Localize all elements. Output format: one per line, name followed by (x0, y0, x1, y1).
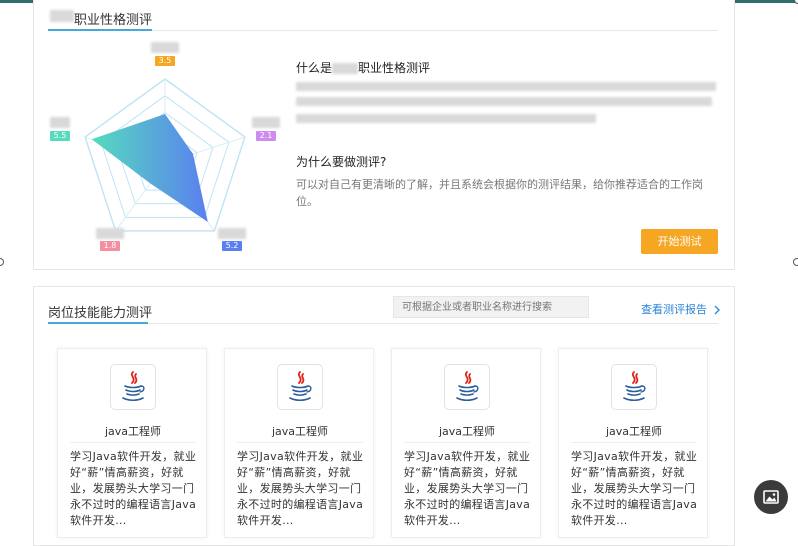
skill-card-name: java工程师 (438, 425, 496, 438)
skill-card-description: 学习Java软件开发，就业好“薪”情高薪资，好就业，发展势头大学习一门永不过时的… (237, 450, 364, 527)
view-report-link[interactable]: 查看测评报告 (641, 301, 721, 317)
java-logo-icon (456, 371, 479, 402)
what-is-heading: 什么是 职业性格测评 (296, 59, 430, 76)
radar-score-badge: 1.8 (100, 241, 120, 251)
skills-title-underline (48, 322, 148, 324)
skill-card-divider (404, 442, 530, 443)
start-test-button[interactable]: 开始测试 (641, 229, 718, 254)
redacted-answer-line-1 (296, 82, 716, 91)
skill-card-divider (70, 442, 196, 443)
personality-section-title: 职业性格测评 (74, 13, 153, 28)
view-report-label: 查看测评报告 (641, 303, 707, 316)
skill-card[interactable]: java工程师学习Java软件开发，就业好“薪”情高薪资，好就业，发展势头大学习… (57, 348, 207, 538)
radar-score-badge: 5.5 (50, 131, 70, 141)
skill-card[interactable]: java工程师学习Java软件开发，就业好“薪”情高薪资，好就业，发展势头大学习… (224, 348, 374, 538)
what-is-suffix: 职业性格测评 (358, 61, 431, 75)
redacted-trait-name (151, 42, 179, 53)
resize-handle-left[interactable] (0, 258, 4, 266)
redacted-title-prefix (50, 10, 74, 22)
why-answer: 可以对自己有更清晰的了解，并且系统会根据你的测评结果，给你推荐适合的工作岗位。 (296, 178, 703, 208)
java-logo-icon (289, 371, 312, 402)
skill-card-name: java工程师 (271, 425, 329, 438)
image-icon (763, 490, 779, 504)
redacted-brand (332, 63, 359, 74)
java-logo-icon (122, 371, 145, 402)
skill-card[interactable]: java工程师学习Java软件开发，就业好“薪”情高薪资，好就业，发展势头大学习… (391, 348, 541, 538)
skill-card-logo (277, 364, 323, 410)
skills-title-rule (48, 323, 718, 324)
redacted-trait-name (252, 117, 280, 128)
skill-card-description: 学习Java软件开发，就业好“薪”情高薪资，好就业，发展势头大学习一门永不过时的… (70, 450, 197, 527)
what-is-prefix: 什么是 (296, 61, 333, 75)
radar-score-badge: 2.1 (256, 131, 276, 141)
java-logo-icon (623, 371, 646, 402)
skill-card-name: java工程师 (104, 425, 162, 438)
resize-handle-right[interactable] (793, 258, 798, 266)
chevron-right-icon (714, 305, 720, 315)
skill-card-divider (571, 442, 697, 443)
image-viewer-button[interactable] (754, 480, 788, 514)
why-heading: 为什么要做测评? (296, 155, 387, 169)
radar-score-badge: 3.5 (155, 56, 175, 66)
redacted-trait-name (50, 117, 70, 128)
radar-score-badge: 5.2 (222, 241, 242, 251)
skills-search-input[interactable] (393, 296, 589, 318)
personality-title-underline (48, 29, 152, 31)
skill-card[interactable]: java工程师学习Java软件开发，就业好“薪”情高薪资，好就业，发展势头大学习… (558, 348, 708, 538)
redacted-trait-name (218, 228, 246, 239)
personality-test-panel (33, 0, 735, 270)
skill-card-name: java工程师 (605, 425, 663, 438)
skill-card-description: 学习Java软件开发，就业好“薪”情高薪资，好就业，发展势头大学习一门永不过时的… (571, 450, 698, 527)
skills-section-title: 岗位技能能力测评 (48, 306, 153, 321)
redacted-answer-line-3 (296, 114, 596, 123)
redacted-trait-name (96, 228, 124, 239)
skill-card-logo (611, 364, 657, 410)
resize-handle-top-right[interactable] (794, 0, 798, 4)
skill-card-logo (444, 364, 490, 410)
skill-card-logo (110, 364, 156, 410)
redacted-answer-line-2 (296, 97, 712, 106)
skill-card-description: 学习Java软件开发，就业好“薪”情高薪资，好就业，发展势头大学习一门永不过时的… (404, 450, 531, 527)
skill-card-divider (237, 442, 363, 443)
